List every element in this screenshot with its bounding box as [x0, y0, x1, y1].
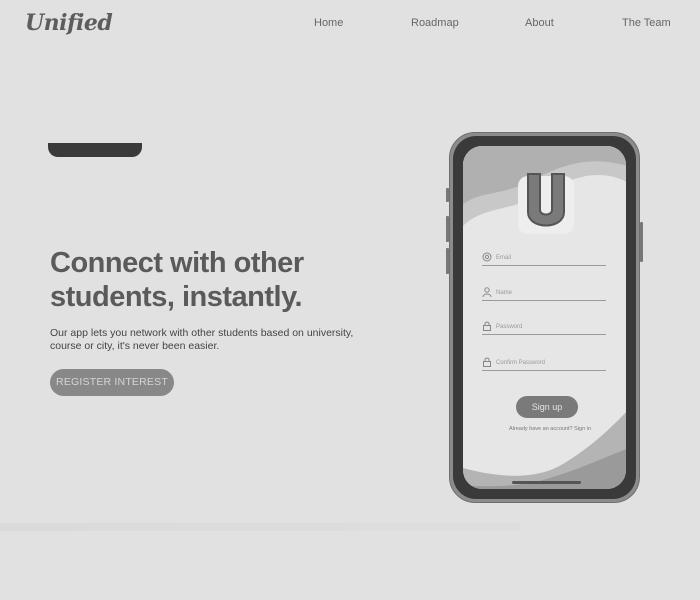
password-field[interactable]: Password [482, 321, 606, 335]
brand-logo[interactable]: Unified [25, 10, 113, 36]
confirm-password-field[interactable]: Confirm Password [482, 357, 606, 371]
nav-about[interactable]: About [525, 17, 554, 29]
sign-up-button[interactable]: Sign up [516, 396, 578, 418]
email-field[interactable]: Email [482, 252, 606, 266]
hero-subtitle: Our app lets you network with other stud… [50, 327, 354, 352]
lock-icon [483, 357, 491, 367]
at-icon [482, 252, 492, 262]
nav-the-team[interactable]: The Team [622, 17, 671, 29]
section-divider [0, 523, 520, 531]
phone-notch [48, 143, 142, 157]
phone-home-indicator [512, 481, 581, 484]
email-placeholder: Email [496, 255, 512, 261]
phone-volume-down [446, 248, 449, 274]
phone-mute-switch [446, 188, 449, 202]
app-u-logo [518, 173, 574, 234]
hero-title-line-2: students, instantly. [50, 281, 303, 313]
phone-volume-up [446, 216, 449, 242]
register-interest-button[interactable]: REGISTER INTEREST [50, 369, 174, 396]
phone-power-button [640, 222, 643, 262]
hero-title-line-1: Connect with other [50, 247, 304, 279]
sign-in-link[interactable]: Already have an account? Sign in [500, 426, 600, 432]
name-field[interactable]: Name [482, 287, 606, 301]
nav-home[interactable]: Home [314, 17, 343, 29]
lock-icon [483, 321, 491, 331]
hero-title: Connect with other students, instantly. [50, 246, 370, 314]
user-icon [482, 287, 492, 297]
confirm-password-placeholder: Confirm Password [496, 360, 546, 366]
password-placeholder: Password [496, 324, 523, 330]
name-placeholder: Name [496, 290, 513, 296]
nav-roadmap[interactable]: Roadmap [411, 17, 459, 29]
